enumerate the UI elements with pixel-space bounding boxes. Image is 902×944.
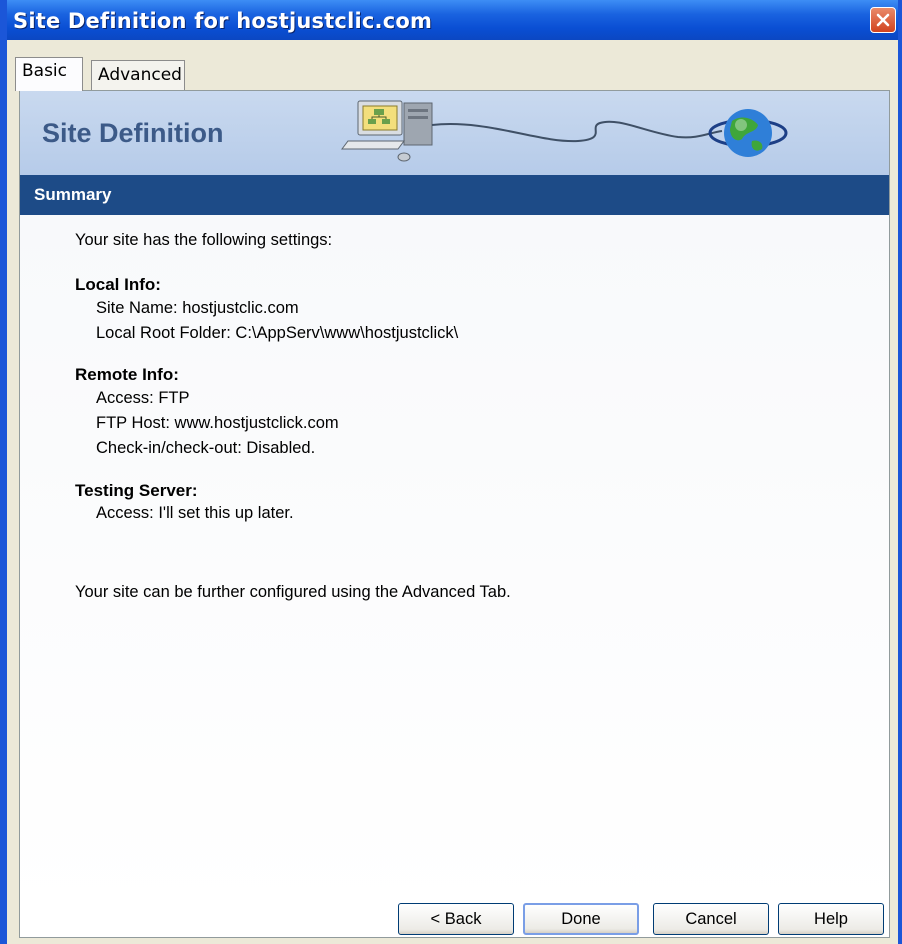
site-name-line: Site Name: hostjustclic.com: [96, 299, 299, 317]
local-info-heading: Local Info:: [75, 275, 161, 294]
tab-advanced[interactable]: Advanced: [91, 60, 185, 90]
summary-content: Your site has the following settings: Lo…: [20, 215, 889, 915]
access-line: Access: FTP: [96, 389, 190, 407]
summary-header: Summary: [20, 175, 889, 215]
testing-server-heading: Testing Server:: [75, 481, 198, 500]
testing-access-line: Access: I'll set this up later.: [96, 504, 294, 522]
window-title: Site Definition for hostjustclic.com: [13, 9, 433, 33]
ftp-host-line: FTP Host: www.hostjustclick.com: [96, 414, 339, 432]
title-bar[interactable]: Site Definition for hostjustclic.com: [7, 0, 898, 40]
check-in-out-line: Check-in/check-out: Disabled.: [96, 439, 316, 457]
advanced-note: Your site can be further configured usin…: [75, 583, 511, 601]
tab-basic[interactable]: Basic: [15, 57, 83, 91]
intro-text: Your site has the following settings:: [75, 231, 333, 249]
close-icon: [876, 13, 890, 27]
remote-info-heading: Remote Info:: [75, 365, 179, 384]
summary-title: Summary: [34, 185, 112, 204]
local-root-folder-line: Local Root Folder: C:\AppServ\www\hostju…: [96, 324, 459, 342]
header-banner: Site Definition: [20, 91, 889, 175]
banner-title: Site Definition: [42, 118, 224, 148]
back-button[interactable]: < Back: [398, 903, 514, 935]
done-button[interactable]: Done: [523, 903, 639, 935]
cancel-button[interactable]: Cancel: [653, 903, 769, 935]
globe-icon: [708, 109, 788, 157]
close-button[interactable]: [870, 7, 896, 33]
computer-icon: [341, 100, 433, 162]
tab-panel: Site Definition Summary Your site has th…: [19, 90, 890, 938]
help-button[interactable]: Help: [778, 903, 884, 935]
site-illustration: [341, 100, 788, 162]
